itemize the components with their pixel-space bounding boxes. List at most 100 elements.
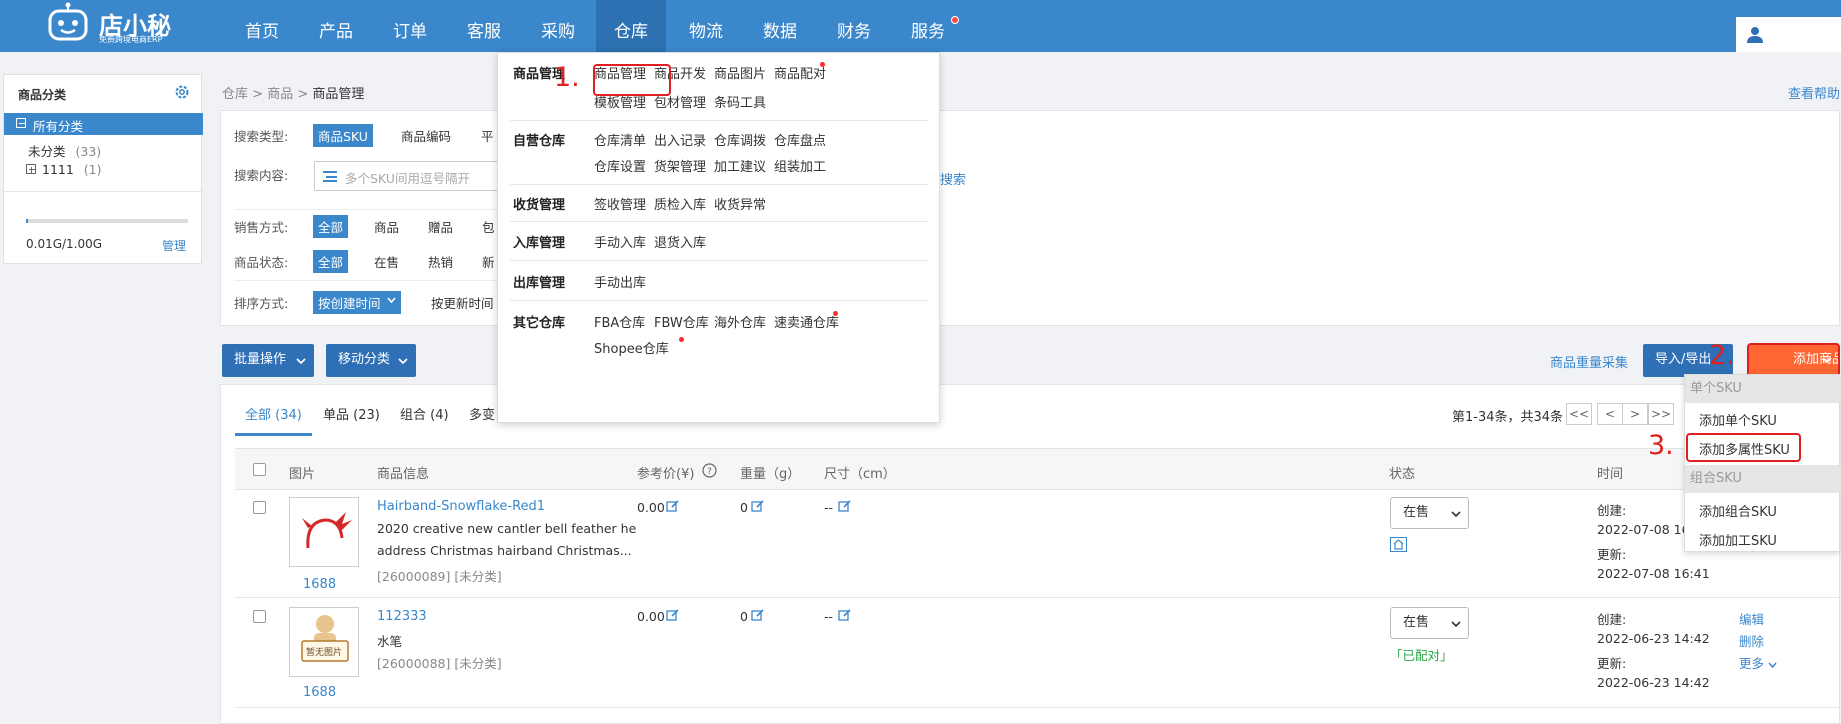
edit-icon[interactable] [751,608,765,622]
menu-item-inventory-count[interactable]: 仓库盘点 [774,130,826,149]
search-type-sku[interactable]: 商品SKU [313,124,373,147]
menu-item-processing-advice[interactable]: 加工建议 [714,156,766,175]
status-select[interactable]: 在售 [1390,497,1469,529]
more-link[interactable]: 更多 [1739,653,1777,672]
select-all-checkbox[interactable] [253,463,266,476]
menu-item-product-images[interactable]: 商品图片 [714,63,766,82]
delete-link[interactable]: 删除 [1739,631,1764,650]
breadcrumb-warehouse[interactable]: 仓库 [222,87,248,102]
sale-gift[interactable]: 赠品 [428,217,453,236]
menu-item-fba-warehouse[interactable]: FBA仓库 [594,312,645,331]
page-first-button[interactable]: << [1566,403,1592,425]
product-name-link[interactable]: Hairband-Snowflake-Red1 [377,499,545,514]
pagination-summary: 第1-34条，共34条 [1452,410,1564,425]
nav-purchase[interactable]: 采购 [536,0,580,52]
tab-all[interactable]: 全部 (34) [245,404,302,423]
edit-icon[interactable] [666,608,680,622]
edit-link[interactable]: 编辑 [1739,609,1764,628]
menu-item-product-pairing[interactable]: 商品配对 [774,63,826,82]
source-1688-link[interactable]: 1688 [303,577,336,592]
edit-icon[interactable] [838,608,852,622]
page-next-button[interactable]: > [1622,403,1648,425]
sale-all[interactable]: 全部 [313,215,349,238]
add-processing-sku-item[interactable]: 添加加工SKU [1685,530,1777,549]
help-link[interactable]: 查看帮助 [1788,83,1840,102]
menu-item-aliexpress-warehouse[interactable]: 速卖通仓库 [774,312,839,331]
sale-bundle[interactable]: 包 [482,217,495,236]
menu-item-manual-inbound[interactable]: 手动入库 [594,232,646,251]
menu-item-manual-outbound[interactable]: 手动出库 [594,272,646,291]
menu-item-assembly[interactable]: 组装加工 [774,156,826,175]
nav-finance[interactable]: 财务 [832,0,876,52]
add-single-sku-item[interactable]: 添加单个SKU [1685,410,1777,429]
chevron-down-icon [1451,621,1461,627]
menu-item-inout-records[interactable]: 出入记录 [654,130,706,149]
page-last-button[interactable]: >> [1648,403,1674,425]
status-select[interactable]: 在售 [1390,607,1469,639]
gear-icon[interactable] [174,84,190,100]
nav-home[interactable]: 首页 [240,0,284,52]
menu-item-shopee-warehouse[interactable]: Shopee仓库 [594,338,669,357]
nav-data[interactable]: 数据 [758,0,802,52]
sort-by-updated[interactable]: 按更新时间 [431,293,494,312]
sort-by-created[interactable]: 按创建时间 [313,291,401,314]
sidebar-item-1111[interactable]: 1111 (1) [42,162,102,177]
status-label: 商品状态: [234,255,289,270]
menu-item-receive-exception[interactable]: 收货异常 [714,194,766,213]
tab-variant[interactable]: 多变 [469,404,495,423]
tab-single[interactable]: 单品 (23) [323,404,380,423]
page-prev-button[interactable]: < [1597,403,1623,425]
sale-product[interactable]: 商品 [374,217,399,236]
menu-item-sign-receive[interactable]: 签收管理 [594,194,646,213]
search-input[interactable]: 多个SKU间用逗号隔开 [314,161,500,191]
menu-item-warehouse-list[interactable]: 仓库清单 [594,130,646,149]
weight-collect-link[interactable]: 商品重量采集 [1550,352,1628,371]
row-checkbox[interactable] [253,610,266,623]
source-1688-link[interactable]: 1688 [303,685,336,700]
help-circle-icon[interactable]: ? [702,463,717,478]
collapse-icon [16,118,26,128]
nav-order[interactable]: 订单 [388,0,432,52]
menu-item-qc-inbound[interactable]: 质检入库 [654,194,706,213]
move-category-button[interactable]: 移动分类 [326,344,416,377]
nav-service[interactable]: 服务 [906,0,950,52]
warehouse-icon[interactable] [1390,537,1407,552]
sidebar-item-all[interactable]: 所有分类 [4,113,203,135]
status-value: 在售 [1403,615,1430,630]
search-type-code[interactable]: 商品编码 [401,126,451,145]
nav-product[interactable]: 产品 [314,0,358,52]
row-checkbox[interactable] [253,501,266,514]
menu-item-barcode-tool[interactable]: 条码工具 [714,92,766,111]
product-name-link[interactable]: 112333 [377,609,427,624]
search-type-platform[interactable]: 平 [481,126,494,145]
add-bundle-sku-item[interactable]: 添加组合SKU [1685,501,1777,520]
menu-item-return-inbound[interactable]: 退货入库 [654,232,706,251]
button-label: 导入/导出 [1655,352,1712,367]
sidebar-item-uncategorized[interactable]: 未分类 (33) [28,141,101,160]
status-on-sale[interactable]: 在售 [374,252,399,271]
edit-icon[interactable] [751,499,765,513]
edit-icon[interactable] [666,499,680,513]
robot-logo-icon[interactable] [46,2,90,42]
nav-customer-service[interactable]: 客服 [462,0,506,52]
expand-icon[interactable] [26,164,36,174]
product-thumbnail[interactable]: 暂无图片 [289,607,359,677]
status-new[interactable]: 新 [482,252,495,271]
product-thumbnail[interactable] [289,497,359,567]
manage-link[interactable]: 管理 [162,237,186,254]
user-menu[interactable] [1736,17,1841,52]
tab-bundle[interactable]: 组合 (4) [400,404,449,423]
menu-item-overseas-warehouse[interactable]: 海外仓库 [714,312,766,331]
nav-warehouse[interactable]: 仓库 [596,0,666,52]
status-all[interactable]: 全部 [313,250,349,273]
status-hot[interactable]: 热销 [428,252,453,271]
edit-icon[interactable] [838,499,852,513]
nav-logistics[interactable]: 物流 [684,0,728,52]
menu-item-warehouse-transfer[interactable]: 仓库调拨 [714,130,766,149]
search-button[interactable]: 搜索 [940,169,966,188]
menu-item-warehouse-settings[interactable]: 仓库设置 [594,156,646,175]
batch-operation-button[interactable]: 批量操作 [222,344,314,377]
breadcrumb-product[interactable]: 商品 [267,87,293,102]
menu-item-fbw-warehouse[interactable]: FBW仓库 [654,312,709,331]
menu-item-shelf-mgmt[interactable]: 货架管理 [654,156,706,175]
